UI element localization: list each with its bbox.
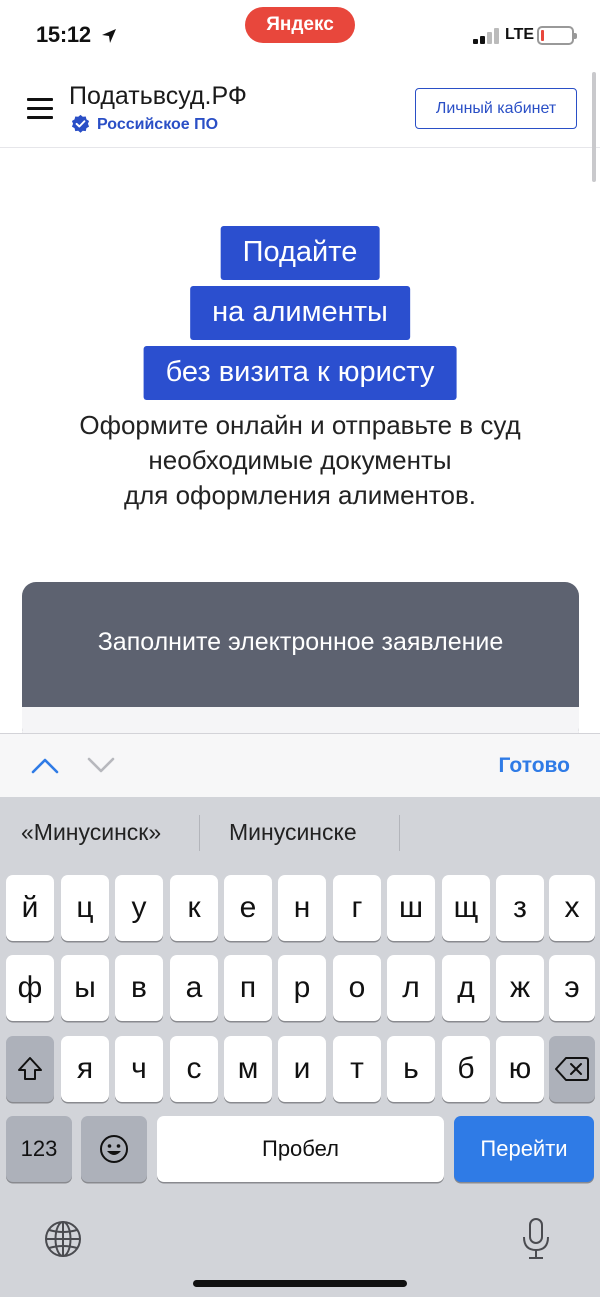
hero-line-3: без визита к юристу xyxy=(143,346,457,400)
network-type: LTE xyxy=(505,26,535,43)
next-field-chevron-down-icon[interactable] xyxy=(86,754,116,776)
brand-name[interactable]: Податьвсуд.РФ xyxy=(69,82,247,111)
application-form-card: Заполните электронное заявление xyxy=(22,582,579,742)
menu-icon[interactable] xyxy=(27,98,53,120)
key[interactable]: с xyxy=(170,1036,218,1102)
key[interactable]: щ xyxy=(442,875,490,941)
key[interactable]: я xyxy=(61,1036,109,1102)
key[interactable]: д xyxy=(442,955,490,1021)
shift-key[interactable] xyxy=(6,1036,54,1102)
suggestion-item[interactable]: «Минусинск» xyxy=(21,819,161,846)
suggestion-bar: «Минусинск» Минусинске xyxy=(0,797,600,869)
time-text: 15:12 xyxy=(36,22,91,47)
hero-subtitle: Оформите онлайн и отправьте в суд необхо… xyxy=(0,408,600,513)
go-key[interactable]: Перейти xyxy=(454,1116,594,1182)
key[interactable]: о xyxy=(333,955,381,1021)
suggestion-item[interactable]: Минусинске xyxy=(229,819,357,846)
globe-icon[interactable] xyxy=(44,1220,82,1258)
backspace-key[interactable] xyxy=(549,1036,595,1102)
key[interactable]: й xyxy=(6,875,54,941)
key[interactable]: э xyxy=(549,955,595,1021)
key[interactable]: у xyxy=(115,875,163,941)
verified-check-icon xyxy=(71,114,90,133)
key[interactable]: т xyxy=(333,1036,381,1102)
key[interactable]: и xyxy=(278,1036,326,1102)
key[interactable]: р xyxy=(278,955,326,1021)
key[interactable]: н xyxy=(278,875,326,941)
browser-pill[interactable]: Яндекс xyxy=(245,7,355,43)
key[interactable]: ы xyxy=(61,955,109,1021)
key[interactable]: п xyxy=(224,955,272,1021)
microphone-icon[interactable] xyxy=(521,1217,551,1261)
key[interactable]: к xyxy=(170,875,218,941)
backspace-icon xyxy=(555,1057,589,1081)
key[interactable]: х xyxy=(549,875,595,941)
hero-subtitle-line: Оформите онлайн и отправьте в суд xyxy=(79,410,521,440)
key[interactable]: ш xyxy=(387,875,435,941)
on-screen-keyboard: «Минусинск» Минусинске й ц у к е н г ш щ… xyxy=(0,797,600,1297)
key[interactable]: л xyxy=(387,955,435,1021)
hero-subtitle-line: для оформления алиментов. xyxy=(123,480,477,510)
key[interactable]: ц xyxy=(61,875,109,941)
page-scrollbar[interactable] xyxy=(592,72,596,182)
key[interactable]: з xyxy=(496,875,544,941)
status-bar: 15:12 Яндекс LTE xyxy=(0,0,600,68)
site-header: Податьвсуд.РФ Российское ПО Личный кабин… xyxy=(0,68,600,148)
emoji-face-icon xyxy=(100,1135,128,1163)
key[interactable]: ь xyxy=(387,1036,435,1102)
numbers-key[interactable]: 123 xyxy=(6,1116,72,1182)
hero-line-1: Подайте xyxy=(220,226,380,280)
form-card-title: Заполните электронное заявление xyxy=(97,628,504,656)
key[interactable]: в xyxy=(115,955,163,1021)
key[interactable]: г xyxy=(333,875,381,941)
done-button[interactable]: Готово xyxy=(499,754,570,778)
key[interactable]: ж xyxy=(496,955,544,1021)
key[interactable]: ч xyxy=(115,1036,163,1102)
status-time: 15:12 xyxy=(36,22,117,48)
verified-badge: Российское ПО xyxy=(70,114,218,135)
key[interactable]: м xyxy=(224,1036,272,1102)
key[interactable]: б xyxy=(442,1036,490,1102)
battery-icon xyxy=(537,26,577,45)
key[interactable]: ю xyxy=(496,1036,544,1102)
keyboard-accessory-bar: Готово xyxy=(0,733,600,797)
hero-line-2: на алименты xyxy=(190,286,410,340)
shift-arrow-icon xyxy=(18,1057,42,1080)
hero-subtitle-line: необходимые документы xyxy=(148,445,452,475)
emoji-key[interactable] xyxy=(81,1116,147,1182)
verified-label: Российское ПО xyxy=(97,115,219,133)
key[interactable]: е xyxy=(224,875,272,941)
previous-field-chevron-up-icon[interactable] xyxy=(30,754,60,776)
key[interactable]: а xyxy=(170,955,218,1021)
suggestion-divider xyxy=(399,815,400,851)
location-arrow-icon xyxy=(101,29,116,44)
key[interactable]: ф xyxy=(6,955,54,1021)
personal-account-button[interactable]: Личный кабинет xyxy=(415,88,577,129)
signal-icon xyxy=(473,28,499,44)
space-key[interactable]: Пробел xyxy=(157,1116,444,1182)
home-indicator[interactable] xyxy=(193,1280,407,1287)
suggestion-divider xyxy=(199,815,200,851)
